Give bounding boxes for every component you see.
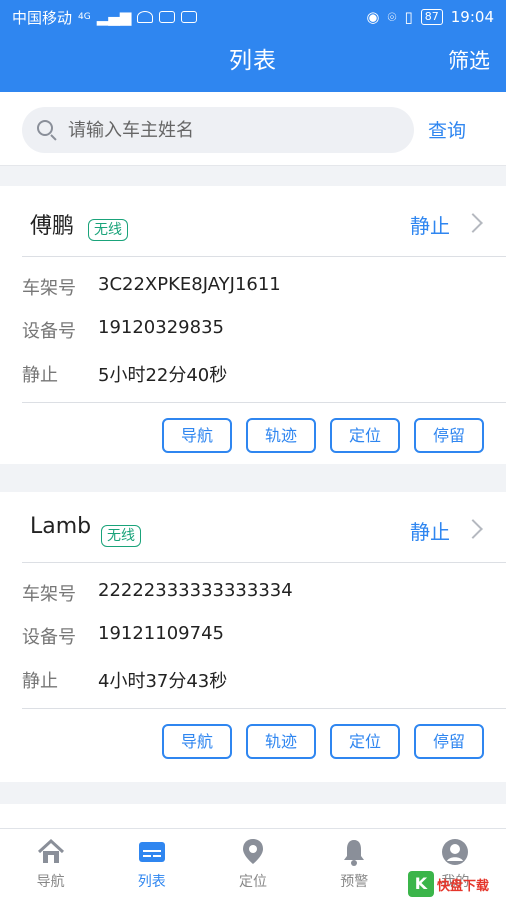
vehicle-state: 静止 bbox=[410, 214, 450, 238]
owner-name: 傅鹏 bbox=[30, 214, 75, 239]
field-label: 静止 bbox=[22, 671, 58, 692]
vehicle-card-partial[interactable] bbox=[0, 804, 506, 828]
tab-navigation[interactable]: 导航 bbox=[0, 829, 101, 900]
watermark-text: 快盘下载 bbox=[437, 878, 490, 894]
carrier-label: 中国移动 bbox=[12, 8, 73, 27]
track-button[interactable]: 轨迹 bbox=[246, 418, 316, 453]
watermark: K 快盘下载 bbox=[408, 870, 504, 898]
owner-name: Lamb bbox=[30, 514, 92, 539]
divider bbox=[22, 402, 506, 403]
vehicle-card-header[interactable]: 傅鹏 无线 静止 bbox=[0, 186, 506, 262]
vehicle-card-header[interactable]: Lamb 无线 静止 bbox=[0, 492, 506, 568]
stay-button[interactable]: 停留 bbox=[414, 724, 484, 759]
vin-row: 车架号 3C22XPKE8JAYJ1611 bbox=[22, 274, 281, 300]
search-input[interactable] bbox=[68, 119, 388, 141]
idle-duration: 5小时22分40秒 bbox=[98, 365, 228, 386]
tab-location[interactable]: 定位 bbox=[202, 829, 303, 900]
track-button[interactable]: 轨迹 bbox=[246, 724, 316, 759]
tab-label: 列表 bbox=[137, 874, 166, 890]
vibrate-icon: ▯ bbox=[404, 8, 413, 26]
action-buttons: 导航 轨迹 定位 停留 bbox=[0, 418, 506, 453]
field-label: 静止 bbox=[22, 365, 58, 386]
vin-value: 3C22XPKE8JAYJ1611 bbox=[98, 274, 281, 295]
clock: 19:04 bbox=[450, 8, 494, 26]
bottom-tab-bar: 导航 列表 定位 预警 我的 K 快盘下载 bbox=[0, 828, 506, 900]
tab-alerts[interactable]: 预警 bbox=[304, 829, 405, 900]
device-value: 19121109745 bbox=[98, 623, 224, 644]
home-icon bbox=[37, 838, 64, 863]
vehicle-card[interactable]: Lamb 无线 静止 车架号 22222333333333334 设备号 191… bbox=[0, 492, 506, 782]
tab-list[interactable]: 列表 bbox=[101, 829, 202, 900]
watermark-logo: K bbox=[408, 871, 434, 897]
field-label: 车架号 bbox=[22, 584, 76, 605]
wifi-icon bbox=[137, 11, 154, 23]
field-label: 设备号 bbox=[22, 321, 76, 342]
search-box[interactable] bbox=[22, 107, 414, 153]
idle-duration: 4小时37分43秒 bbox=[98, 671, 228, 692]
battery-indicator: 87 bbox=[420, 9, 443, 25]
locate-button[interactable]: 定位 bbox=[330, 724, 400, 759]
idle-row: 静止 4小时37分43秒 bbox=[22, 667, 227, 693]
divider bbox=[22, 708, 506, 709]
status-bar: 中国移动 4G ▂▄▆ ◉ ⌾ ▯ 87 19:04 bbox=[0, 0, 506, 34]
search-icon bbox=[36, 119, 58, 141]
app-notification-icon bbox=[159, 11, 176, 23]
photo-notification-icon bbox=[181, 11, 198, 23]
tab-label: 导航 bbox=[36, 874, 65, 890]
tab-label: 预警 bbox=[340, 874, 369, 890]
device-row: 设备号 19120329835 bbox=[22, 317, 224, 343]
network-label: 4G bbox=[78, 12, 91, 22]
filter-button[interactable]: 筛选 bbox=[448, 34, 490, 88]
chevron-right-icon[interactable] bbox=[463, 519, 483, 539]
divider bbox=[22, 256, 506, 257]
navigate-button[interactable]: 导航 bbox=[162, 724, 232, 759]
navigate-button[interactable]: 导航 bbox=[162, 418, 232, 453]
field-label: 设备号 bbox=[22, 627, 76, 648]
tab-label: 定位 bbox=[239, 874, 267, 890]
search-bar: 查询 bbox=[0, 92, 506, 166]
vin-value: 22222333333333334 bbox=[98, 580, 293, 601]
vin-row: 车架号 22222333333333334 bbox=[22, 580, 293, 606]
action-buttons: 导航 轨迹 定位 停留 bbox=[0, 724, 506, 759]
wireless-badge: 无线 bbox=[88, 219, 128, 241]
list-icon bbox=[138, 842, 165, 862]
user-icon bbox=[442, 839, 469, 865]
field-label: 车架号 bbox=[22, 278, 76, 299]
idle-row: 静止 5小时22分40秒 bbox=[22, 361, 227, 387]
vehicle-state: 静止 bbox=[410, 520, 450, 544]
device-row: 设备号 19121109745 bbox=[22, 623, 224, 649]
eye-icon: ◉ bbox=[366, 8, 380, 26]
location-status-icon: ⌾ bbox=[387, 8, 397, 26]
vehicle-card[interactable]: 傅鹏 无线 静止 车架号 3C22XPKE8JAYJ1611 设备号 19120… bbox=[0, 186, 506, 464]
location-pin-icon bbox=[243, 839, 263, 864]
bell-icon bbox=[344, 840, 365, 866]
signal-icon: ▂▄▆ bbox=[96, 8, 132, 26]
app-header: 列表 筛选 bbox=[0, 34, 506, 92]
chevron-right-icon[interactable] bbox=[463, 213, 483, 233]
query-button[interactable]: 查询 bbox=[428, 116, 466, 143]
stay-button[interactable]: 停留 bbox=[414, 418, 484, 453]
wireless-badge: 无线 bbox=[101, 525, 141, 547]
device-value: 19120329835 bbox=[98, 317, 224, 338]
divider bbox=[22, 562, 506, 563]
page-title: 列表 bbox=[229, 48, 277, 74]
locate-button[interactable]: 定位 bbox=[330, 418, 400, 453]
